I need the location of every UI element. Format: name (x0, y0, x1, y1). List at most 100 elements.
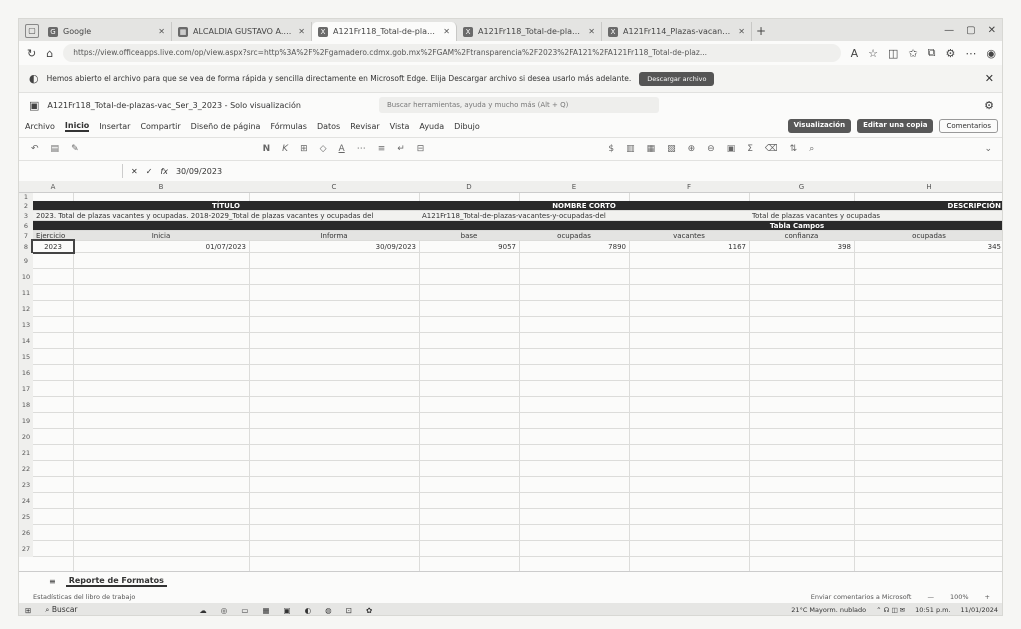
bold-icon[interactable]: N (263, 144, 271, 154)
app-icon[interactable]: ⊡ (346, 606, 352, 615)
column-title[interactable]: base (419, 231, 519, 240)
sheet-tab[interactable]: Reporte de Formatos (65, 576, 167, 587)
tray-icons[interactable]: ⌃ ☊ ◫ ✉ (876, 606, 905, 614)
format-painter-icon[interactable]: ✎ (71, 144, 79, 154)
menu-insertar[interactable]: Insertar (99, 122, 130, 131)
insert-icon[interactable]: ⊕ (688, 144, 696, 154)
column-header[interactable]: E (519, 181, 629, 193)
cancel-icon[interactable]: ✕ (131, 167, 138, 176)
row-header[interactable]: 23 (19, 477, 33, 493)
clock-date[interactable]: 11/01/2024 (961, 606, 998, 614)
row-header[interactable]: 17 (19, 381, 33, 397)
fill-color-icon[interactable]: ◇ (320, 144, 327, 154)
row-header[interactable]: 11 (19, 285, 33, 301)
column-title[interactable]: ocupadas (854, 231, 1002, 240)
workbook-stats[interactable]: Estadísticas del libro de trabajo (33, 593, 135, 601)
url-field[interactable]: https://view.officeapps.live.com/op/view… (63, 44, 841, 62)
empty-row[interactable] (33, 413, 1002, 429)
fx-icon[interactable]: fx (160, 167, 168, 176)
row-header[interactable]: 3 (19, 211, 33, 221)
delete-icon[interactable]: ⊖ (707, 144, 715, 154)
app-icon[interactable]: ▦ (262, 606, 269, 615)
edit-copy-button[interactable]: Editar una copia (857, 119, 934, 133)
tabla-campos-header[interactable]: Tabla Campos (33, 221, 1002, 230)
empty-row[interactable] (33, 269, 1002, 285)
app-icon[interactable]: ▣ (284, 606, 291, 615)
weather-status[interactable]: 21°C Mayorm. nublado (791, 606, 866, 614)
home-icon[interactable]: ⌂ (46, 47, 53, 60)
format-icon[interactable]: ▣ (727, 144, 736, 154)
row-header[interactable]: 14 (19, 333, 33, 349)
row-header[interactable]: 21 (19, 445, 33, 461)
row-header[interactable]: 20 (19, 429, 33, 445)
clock-time[interactable]: 10:51 p.m. (915, 606, 950, 614)
row-header[interactable]: 1 (19, 193, 33, 201)
menu-inicio[interactable]: Inicio (64, 121, 90, 132)
row-header[interactable]: 6 (19, 221, 33, 231)
menu-revisar[interactable]: Revisar (350, 122, 379, 131)
table-format-icon[interactable]: ▦ (647, 144, 656, 154)
close-tab-icon[interactable]: ✕ (588, 27, 595, 36)
ribbon-expand-icon[interactable]: ⌄ (984, 144, 992, 154)
table-cell[interactable]: 345 (854, 241, 1002, 252)
empty-row[interactable] (33, 445, 1002, 461)
close-tab-icon[interactable]: ✕ (298, 27, 305, 36)
row-header[interactable]: 2 (19, 201, 33, 211)
empty-row[interactable] (33, 285, 1002, 301)
column-title[interactable]: Inicia (73, 231, 249, 240)
descripcion-header[interactable]: DESCRIPCIÓN (749, 201, 1002, 210)
column-header[interactable]: H (854, 181, 1002, 193)
windows-start-icon[interactable]: ⊞ (25, 606, 31, 615)
empty-row[interactable] (33, 525, 1002, 541)
empty-row[interactable] (33, 429, 1002, 445)
table-cell[interactable]: 9057 (419, 241, 519, 252)
empty-row[interactable] (33, 477, 1002, 493)
column-header[interactable]: C (249, 181, 419, 193)
column-title[interactable]: Informa (249, 231, 419, 240)
extensions-icon[interactable]: ⚙ (946, 47, 956, 60)
row-header[interactable]: 15 (19, 349, 33, 365)
table-cell[interactable]: 398 (749, 241, 854, 252)
undo-icon[interactable]: ↶ (31, 144, 39, 154)
titulo-header[interactable]: TÍTULO (33, 201, 419, 210)
number-format-icon[interactable]: $ (608, 144, 614, 154)
nombre-corto-value[interactable]: A121Fr118_Total-de-plazas-vacantes-y-ocu… (419, 211, 749, 220)
new-tab-icon[interactable]: + (752, 22, 770, 41)
row-header[interactable]: 27 (19, 541, 33, 557)
menu-diseno[interactable]: Diseño de página (191, 122, 261, 131)
column-header[interactable]: F (629, 181, 749, 193)
row-header[interactable]: 16 (19, 365, 33, 381)
favorites-list-icon[interactable]: ✩ (908, 47, 917, 60)
browser-tab[interactable]: X A121Fr114_Plazas-vacantes-del- ✕ (602, 22, 752, 41)
borders-icon[interactable]: ⊞ (300, 144, 308, 154)
paste-icon[interactable]: ▤ (51, 144, 60, 154)
close-tab-icon[interactable]: ✕ (443, 27, 450, 36)
empty-row[interactable] (33, 301, 1002, 317)
column-header[interactable]: D (419, 181, 519, 193)
column-header[interactable]: A (33, 181, 73, 193)
menu-ayuda[interactable]: Ayuda (419, 122, 444, 131)
titulo-value[interactable]: 2023. Total de plazas vacantes y ocupada… (33, 211, 419, 220)
empty-row[interactable] (33, 365, 1002, 381)
split-screen-icon[interactable]: ◫ (888, 47, 898, 60)
column-header[interactable]: B (73, 181, 249, 193)
empty-row[interactable] (33, 333, 1002, 349)
table-cell[interactable]: 7890 (519, 241, 629, 252)
formula-input[interactable]: 30/09/2023 (176, 167, 222, 176)
download-file-button[interactable]: Descargar archivo (639, 71, 715, 86)
taskbar-search[interactable]: ⌕ Buscar (45, 605, 185, 615)
file-explorer-icon[interactable]: ▭ (241, 606, 248, 615)
sum-icon[interactable]: Σ (747, 144, 753, 154)
empty-row[interactable] (33, 253, 1002, 269)
empty-row[interactable] (33, 541, 1002, 557)
row-header[interactable]: 9 (19, 253, 33, 269)
zoom-in-icon[interactable]: + (985, 593, 990, 601)
search-input[interactable]: Buscar herramientas, ayuda y mucho más (… (378, 97, 659, 113)
all-sheets-icon[interactable]: ≡ (49, 577, 56, 586)
menu-vista[interactable]: Vista (390, 122, 410, 131)
empty-row[interactable] (33, 317, 1002, 333)
enter-icon[interactable]: ✓ (146, 167, 153, 176)
row-header[interactable]: 12 (19, 301, 33, 317)
column-title[interactable]: Ejercicio (33, 231, 73, 240)
zoom-out-icon[interactable]: — (927, 593, 934, 601)
